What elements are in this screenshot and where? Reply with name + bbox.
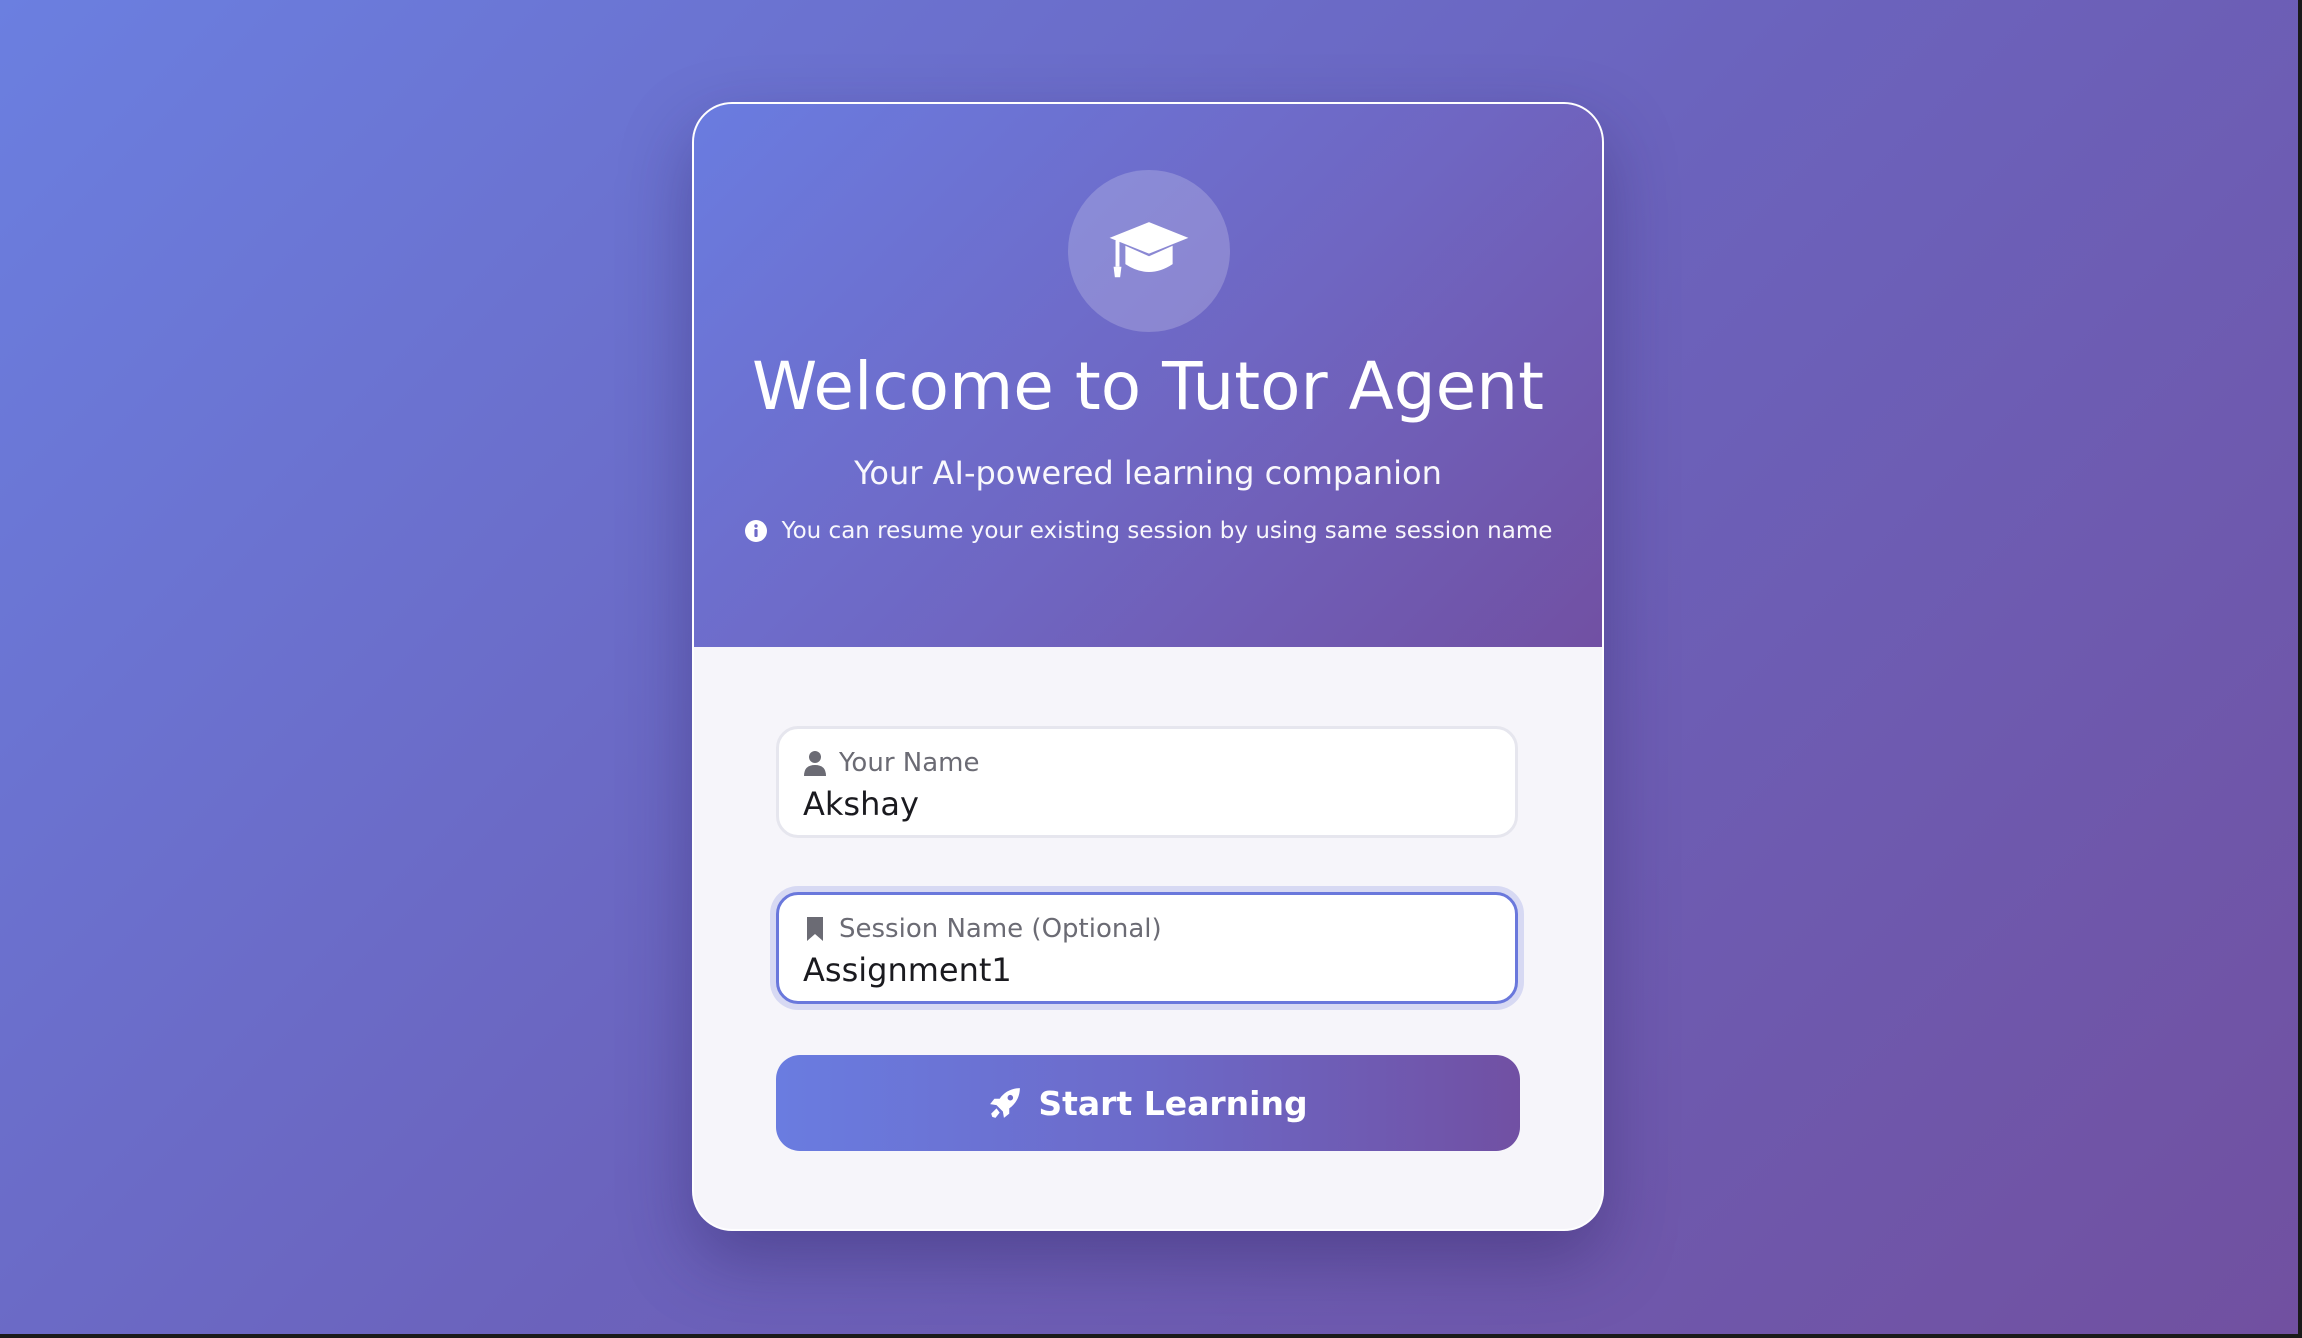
window-right-edge: [2298, 0, 2302, 1338]
name-field[interactable]: Your Name: [776, 726, 1518, 838]
graduation-cap-icon: [1109, 222, 1189, 278]
name-label-text: Your Name: [839, 748, 980, 778]
resume-info-text: You can resume your existing session by …: [781, 517, 1553, 544]
welcome-card: Welcome to Tutor Agent Your AI-powered l…: [692, 102, 1604, 1231]
resume-info: You can resume your existing session by …: [694, 519, 1602, 543]
session-label-text: Session Name (Optional): [839, 914, 1162, 944]
bookmark-icon: [807, 917, 823, 941]
page-title: Welcome to Tutor Agent: [752, 348, 1544, 425]
info-circle-icon: [744, 520, 767, 542]
session-field-label: Session Name (Optional): [803, 915, 1491, 943]
start-learning-label: Start Learning: [1038, 1083, 1308, 1123]
session-field[interactable]: Session Name (Optional): [776, 892, 1518, 1004]
page-subtitle: Your AI-powered learning companion: [854, 454, 1442, 492]
session-input[interactable]: [803, 951, 1491, 990]
name-input[interactable]: [803, 785, 1491, 824]
start-learning-button[interactable]: Start Learning: [776, 1055, 1520, 1151]
name-field-label: Your Name: [803, 749, 1491, 777]
window-bottom-edge: [0, 1334, 2302, 1338]
user-icon: [804, 751, 826, 776]
card-header: Welcome to Tutor Agent Your AI-powered l…: [694, 104, 1602, 647]
logo-badge: [1068, 170, 1230, 332]
rocket-icon: [990, 1088, 1021, 1118]
